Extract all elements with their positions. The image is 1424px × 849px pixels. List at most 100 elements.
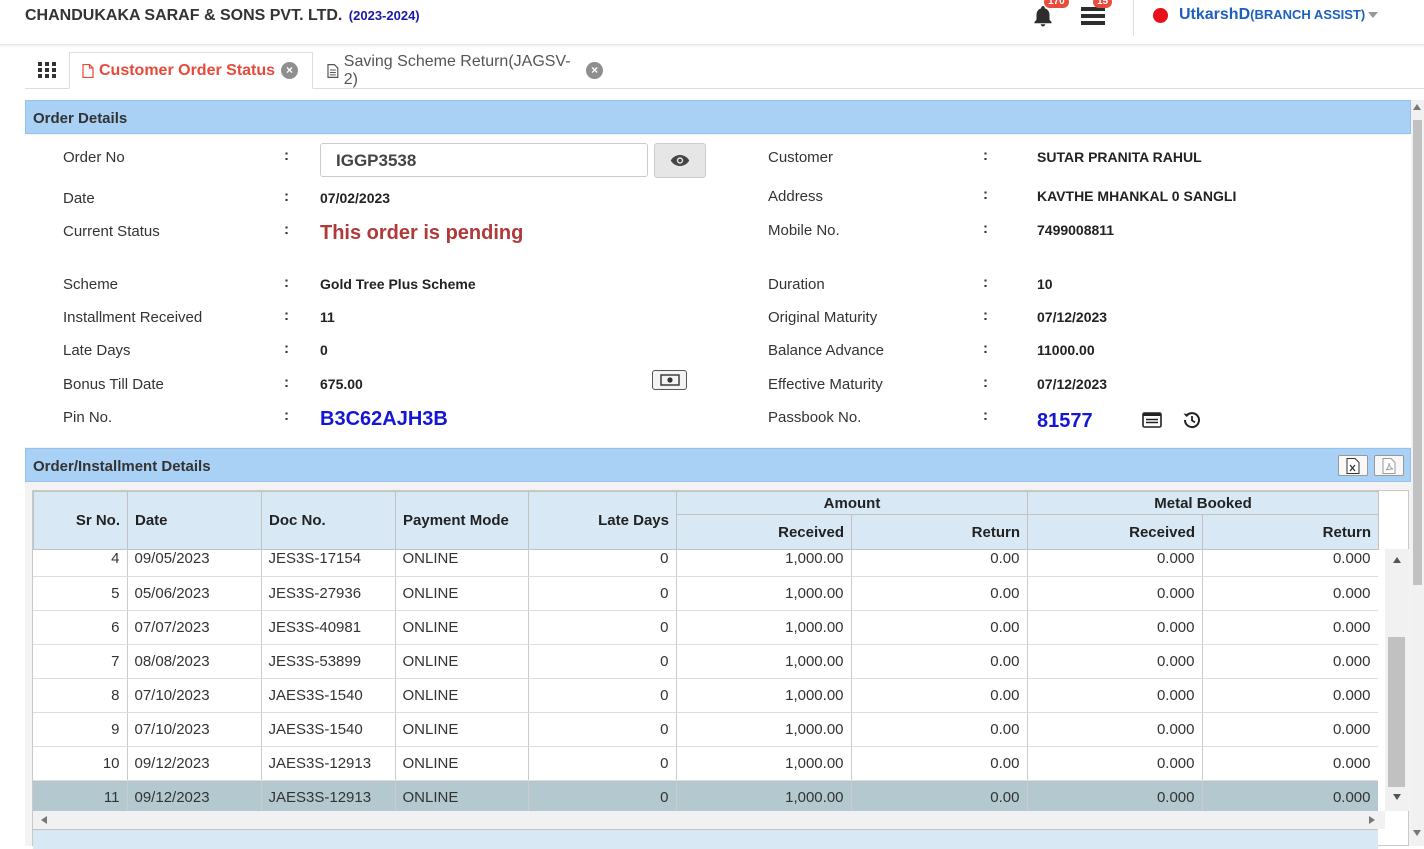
cell-payment-mode: ONLINE <box>395 712 529 747</box>
table-row[interactable]: 6 07/07/2023 JES3S-40981 ONLINE 0 1,000.00 0.0… <box>33 610 1378 645</box>
original-maturity-value: 07/12/2023 <box>1037 309 1108 325</box>
colon: : <box>983 186 988 203</box>
table-row[interactable]: 10 09/12/2023 JAES3S-12913 ONLINE 0 1,000.00 0… <box>33 746 1378 781</box>
cell-doc-no[interactable]: JES3S-17154 <box>261 549 396 577</box>
table-row[interactable]: 11 09/12/2023 JAES3S-12913 ONLINE 0 1,000.00 0… <box>33 780 1378 811</box>
column-header-amount-return[interactable]: Return <box>851 514 1028 550</box>
installment-details-title: Order/Installment Details <box>33 458 211 475</box>
tab-saving-scheme-return[interactable]: Saving Scheme Return(JAGSV-2) × <box>315 52 615 89</box>
cell-doc-no[interactable]: JAES3S-12913 <box>261 746 396 781</box>
table-row[interactable]: 7 08/08/2023 JES3S-53899 ONLINE 0 1,000.00 0.0… <box>33 644 1378 679</box>
close-tab-icon[interactable]: × <box>586 62 603 79</box>
cell-amount-return: 0.00 <box>851 576 1028 611</box>
cell-amount-return: 0.00 <box>851 780 1028 811</box>
column-header-metal-received[interactable]: Received <box>1027 514 1203 550</box>
column-header-amount-received[interactable]: Received <box>676 514 852 550</box>
scroll-down-arrow-icon[interactable] <box>1393 794 1401 800</box>
column-header-metal-return[interactable]: Return <box>1201 514 1380 550</box>
app-grid-button[interactable] <box>25 52 69 88</box>
cell-sr-no: 10 <box>33 746 128 781</box>
column-header-payment-mode[interactable]: Payment Mode <box>395 491 529 550</box>
cell-late-days: 0 <box>528 610 677 645</box>
cell-doc-no[interactable]: JES3S-27936 <box>261 576 396 611</box>
date-label: Date <box>63 190 95 207</box>
scrollbar-thumb[interactable] <box>1413 120 1422 585</box>
cell-metal-return: 0.000 <box>1202 780 1378 811</box>
current-status-label: Current Status <box>63 223 160 240</box>
table-row[interactable]: 9 07/10/2023 JAES3S-1540 ONLINE 0 1,000.00 0.0… <box>33 712 1378 747</box>
cell-sr-no: 8 <box>33 678 128 713</box>
table-row[interactable]: 8 07/10/2023 JAES3S-1540 ONLINE 0 1,000.00 0.0… <box>33 678 1378 713</box>
scroll-left-arrow-icon[interactable] <box>41 816 47 824</box>
scroll-right-arrow-icon[interactable] <box>1369 816 1375 824</box>
colon: : <box>284 221 289 238</box>
scheme-label: Scheme <box>63 276 119 293</box>
installment-received-label: Installment Received <box>63 309 203 326</box>
column-header-sr-no[interactable]: Sr No. <box>33 491 128 550</box>
close-tab-icon[interactable]: × <box>281 62 299 79</box>
customer-label: Customer <box>768 149 834 166</box>
user-menu[interactable]: UtkarshD(BRANCH ASSIST) <box>1179 6 1379 24</box>
tab-customer-order-status[interactable]: Customer Order Status × <box>69 52 313 89</box>
cell-late-days: 0 <box>528 678 677 713</box>
column-group-amount: Amount <box>676 491 1028 515</box>
cell-sr-no: 9 <box>33 712 128 747</box>
cell-amount-return: 0.00 <box>851 644 1028 679</box>
scroll-down-arrow-icon[interactable] <box>1413 830 1421 836</box>
cash-icon <box>659 374 680 386</box>
bonus-details-button[interactable] <box>652 370 687 390</box>
colon: : <box>284 188 289 205</box>
address-label: Address <box>768 188 824 205</box>
colon: : <box>284 374 289 391</box>
table-body: 4 09/05/2023 JES3S-17154 ONLINE 0 1,000.00 0.0… <box>33 549 1378 811</box>
grid-icon <box>38 62 56 78</box>
cell-amount-received: 1,000.00 <box>676 549 852 577</box>
cell-sr-no: 7 <box>33 644 128 679</box>
view-order-button[interactable] <box>654 143 706 178</box>
cell-payment-mode: ONLINE <box>395 644 529 679</box>
tasks-stack-icon[interactable] <box>1080 6 1106 26</box>
cell-metal-received: 0.000 <box>1027 678 1203 713</box>
passbook-no-label: Passbook No. <box>768 409 862 426</box>
history-button[interactable] <box>1181 409 1203 431</box>
cell-payment-mode: ONLINE <box>395 746 529 781</box>
column-header-date[interactable]: Date <box>127 491 262 550</box>
pin-no-value: B3C62AJH3B <box>320 408 448 430</box>
page-vertical-scrollbar[interactable] <box>1411 100 1424 846</box>
cell-date: 05/06/2023 <box>127 576 262 611</box>
cell-doc-no[interactable]: JAES3S-1540 <box>261 678 396 713</box>
cell-doc-no[interactable]: JAES3S-12913 <box>261 780 396 811</box>
scroll-up-arrow-icon[interactable] <box>1393 557 1401 563</box>
passbook-details-button[interactable] <box>1141 409 1163 431</box>
cell-late-days: 0 <box>528 576 677 611</box>
order-no-input[interactable]: IGGP3538 <box>320 143 648 177</box>
table-row[interactable]: 4 09/05/2023 JES3S-17154 ONLINE 0 1,000.00 0.0… <box>33 549 1378 577</box>
cell-doc-no[interactable]: JAES3S-1540 <box>261 712 396 747</box>
cell-payment-mode: ONLINE <box>395 610 529 645</box>
cell-amount-received: 1,000.00 <box>676 746 852 781</box>
column-header-late-days[interactable]: Late Days <box>528 491 677 550</box>
order-details-header: Order Details <box>25 100 1411 134</box>
cell-doc-no[interactable]: JES3S-53899 <box>261 644 396 679</box>
table-vertical-scrollbar[interactable] <box>1385 549 1409 811</box>
export-pdf-button[interactable] <box>1374 455 1404 476</box>
cell-payment-mode: ONLINE <box>395 780 529 811</box>
table-horizontal-scrollbar[interactable] <box>33 811 1385 829</box>
table-row[interactable]: 5 05/06/2023 JES3S-27936 ONLINE 0 1,000.00 0.0… <box>33 576 1378 611</box>
table-header: Sr No. Date Doc No. Payment Mode Late Da… <box>33 491 1380 550</box>
colon: : <box>284 340 289 357</box>
cell-payment-mode: ONLINE <box>395 576 529 611</box>
scrollbar-thumb[interactable] <box>1388 637 1405 787</box>
colon: : <box>284 147 289 164</box>
effective-maturity-label: Effective Maturity <box>768 376 883 393</box>
column-header-doc-no[interactable]: Doc No. <box>261 491 396 550</box>
cell-doc-no[interactable]: JES3S-40981 <box>261 610 396 645</box>
mobile-value: 7499008811 <box>1037 222 1115 238</box>
cell-amount-return: 0.00 <box>851 549 1028 577</box>
cell-metal-return: 0.000 <box>1202 576 1378 611</box>
company-name: CHANDUKAKA SARAF & SONS PVT. LTD. (2023-… <box>25 7 420 25</box>
cell-amount-received: 1,000.00 <box>676 610 852 645</box>
document-icon <box>327 63 339 78</box>
export-excel-button[interactable] <box>1338 455 1368 476</box>
scroll-up-arrow-icon[interactable] <box>1413 104 1421 110</box>
